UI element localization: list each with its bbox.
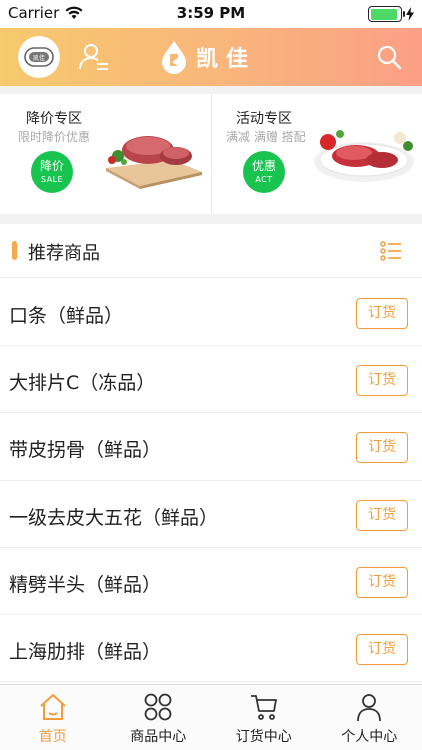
product-name: 上海肋排（鲜品） <box>9 640 162 663</box>
product-name: 大排片C（冻品） <box>9 372 156 395</box>
tab-products[interactable]: 商品中心 <box>106 685 212 750</box>
product-name: 一级去皮大五花（鲜品） <box>9 506 219 529</box>
order-button[interactable]: 订货 <box>356 499 408 531</box>
sale-badge: 降价 SALE <box>31 151 73 193</box>
brand-name: 凯佳 <box>196 47 257 72</box>
tab-label: 首页 <box>38 729 67 745</box>
svg-text:凯佳: 凯佳 <box>33 54 45 62</box>
order-button[interactable]: 订货 <box>356 298 408 329</box>
order-button[interactable]: 订货 <box>356 432 408 464</box>
promo-title: 活动专区 <box>236 111 292 127</box>
list-view-icon[interactable] <box>380 240 402 262</box>
status-right <box>368 6 414 22</box>
activity-badge: 优惠 ACT <box>243 151 285 193</box>
app-header: 凯佳 凯佳 <box>0 28 422 86</box>
divider <box>0 214 422 224</box>
list-item: 上海肋排（鲜品） 订货 <box>0 614 422 683</box>
tab-home[interactable]: 首页 <box>0 685 106 750</box>
promo-title: 降价专区 <box>26 111 82 127</box>
cart-icon <box>250 695 277 720</box>
charging-bolt-icon <box>406 7 414 21</box>
list-item: 口条（鲜品） 订货 <box>0 279 422 347</box>
status-time: 3:59 PM <box>176 4 246 22</box>
product-name: 精劈半头（鲜品） <box>9 573 162 596</box>
grid-icon <box>144 693 172 721</box>
promo-subtitle: 满减 满赠 搭配 <box>226 130 306 144</box>
activity-badge-label: 优惠 <box>251 159 276 173</box>
divider <box>0 86 422 94</box>
activity-badge-sub: ACT <box>255 175 273 184</box>
order-button[interactable]: 订货 <box>356 633 408 665</box>
promo-row: 降价专区 限时降价优惠 降价 SALE 活动专区 满减 满赠 搭配 优惠 ACT <box>0 94 422 214</box>
search-icon[interactable] <box>376 44 402 70</box>
list-item: 大排片C（冻品） 订货 <box>0 346 422 414</box>
tab-label: 个人中心 <box>341 729 398 745</box>
meat-plate-image <box>314 130 414 182</box>
drop-logo-icon <box>162 41 186 74</box>
list-item: 带皮拐骨（鲜品） 订货 <box>0 413 422 481</box>
user-manage-icon[interactable] <box>78 41 110 73</box>
promo-activity-zone[interactable]: 活动专区 满减 满赠 搭配 优惠 ACT <box>211 94 422 214</box>
list-item: 一级去皮大五花（鲜品） 订货 <box>0 480 422 548</box>
product-list: 口条（鲜品） 订货 大排片C（冻品） 订货 带皮拐骨（鲜品） 订货 一级去皮大五… <box>0 279 422 683</box>
tab-profile[interactable]: 个人中心 <box>317 685 422 750</box>
product-name: 带皮拐骨（鲜品） <box>9 439 162 462</box>
promo-subtitle: 限时降价优惠 <box>18 130 91 144</box>
store-badge-icon: 凯佳 <box>24 47 54 67</box>
brand-logo: 凯佳 <box>160 40 256 74</box>
home-icon <box>40 694 66 720</box>
bottom-tab-bar: 首页 商品中心 订货中心 个人中心 <box>0 684 422 750</box>
store-badge-button[interactable]: 凯佳 <box>18 36 60 78</box>
tab-label: 订货中心 <box>235 729 292 745</box>
meat-board-image <box>106 136 202 189</box>
sale-badge-label: 降价 <box>39 159 64 173</box>
tab-orders[interactable]: 订货中心 <box>211 685 317 750</box>
order-button[interactable]: 订货 <box>356 365 408 397</box>
recommend-title: 推荐商品 <box>28 243 100 264</box>
tab-label: 商品中心 <box>130 729 187 745</box>
battery-icon <box>368 6 405 22</box>
status-bar: Carrier 3:59 PM <box>0 0 422 28</box>
sale-badge-sub: SALE <box>40 175 64 184</box>
promo-discount-zone[interactable]: 降价专区 限时降价优惠 降价 SALE <box>0 94 211 214</box>
person-icon <box>357 694 382 722</box>
section-accent-bar <box>12 241 17 260</box>
list-item: 精劈半头（鲜品） 订货 <box>0 547 422 615</box>
order-button[interactable]: 订货 <box>356 566 408 598</box>
recommend-header: 推荐商品 <box>0 224 422 278</box>
product-name: 口条（鲜品） <box>9 305 124 327</box>
